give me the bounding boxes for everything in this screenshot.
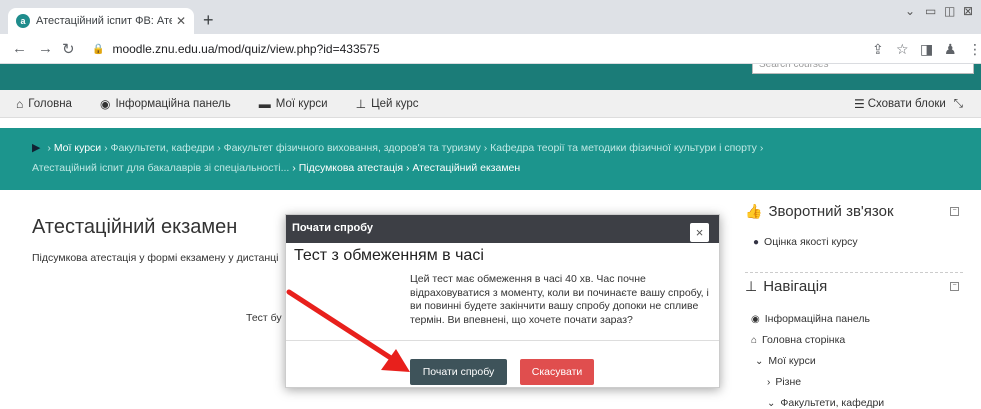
breadcrumb-section[interactable]: Підсумкова атестація [299,162,403,174]
dialog-header-title: Почати спробу [292,222,374,234]
search-courses-input[interactable]: Search courses [752,64,974,74]
course-quality-link[interactable]: ● Оцінка якості курсу [753,236,965,248]
nav-home-label: Головна [28,97,72,110]
browser-tab[interactable]: a Атестаційний іспит ФВ: Атестаці ✕ [8,8,194,34]
navigation-block: ⊥ Навігація − ◉ Інформаційна панель ⌂ Го… [745,278,965,409]
breadcrumb-faculty[interactable]: Факультет фізичного виховання, здоров'я … [224,142,481,154]
nav-dashboard[interactable]: ◉ Інформаційна панель [100,97,231,111]
navigation-block-title: ⊥ Навігація [745,278,828,295]
tab-title: Атестаційний іспит ФВ: Атестаці [36,15,172,27]
collapse-icon[interactable]: − [950,282,959,291]
nav-this-course[interactable]: ⊥ Цей курс [356,97,419,111]
list-icon: ☰ [853,97,865,111]
menu-dots-icon[interactable]: ⋮ [968,41,981,58]
dialog-close-button[interactable]: × [690,223,709,242]
nav-this-course-label: Цей курс [371,97,419,110]
dashboard-icon: ◉ [751,313,760,325]
address-bar-row: ← → ↻ 🔒 moodle.znu.edu.ua/mod/quiz/view.… [0,34,981,64]
back-arrow-icon[interactable]: ← [12,40,27,57]
folder-icon: ▶ [32,142,41,154]
window-close-icon[interactable]: ⊠ [963,4,973,18]
nav-tree-my-courses[interactable]: ⌄ Мої курси [755,355,965,367]
quiz-info-text: Тест бу [246,312,282,324]
cancel-button[interactable]: Скасувати [520,359,594,385]
start-attempt-dialog: Почати спробу × Тест з обмеженням в часі… [285,214,720,388]
site-navbar: ⌂ Головна ◉ Інформаційна панель ▬ Мої ку… [0,90,981,118]
hide-blocks-button[interactable]: ☰ Сховати блоки ⤡ [854,97,963,111]
chevron-down-icon[interactable]: ⌄ [905,4,915,18]
breadcrumb-course[interactable]: Атестаційний іспит для бакалаврів зі спе… [32,162,289,174]
restore-icon[interactable]: ◫ [944,4,955,18]
dialog-title: Тест з обмеженням в часі [294,247,484,264]
collapse-icon[interactable]: − [950,207,959,216]
quiz-intro-text: Підсумкова атестація у формі екзамену у … [32,252,279,264]
chevron-down-icon: ⌄ [755,355,764,367]
dialog-footer-divider [286,340,719,341]
site-header: Search courses [0,64,981,90]
nav-tree-dashboard[interactable]: ◉ Інформаційна панель [751,313,965,325]
breadcrumb-my-courses[interactable]: Мої курси [54,142,101,154]
sitemap-icon: ⊥ [745,278,758,294]
lock-icon: 🔒 [92,43,105,55]
url-text: moodle.znu.edu.ua/mod/quiz/view.php?id=4… [112,42,380,56]
sitemap-icon: ⊥ [355,96,367,111]
breadcrumb-department[interactable]: Кафедра теорії та методики фізичної куль… [490,142,757,154]
forward-arrow-icon[interactable]: → [38,40,53,57]
side-panel-icon[interactable]: ◨ [920,41,933,58]
dialog-header: Почати спробу × [286,215,719,243]
tab-close-icon[interactable]: ✕ [176,14,186,28]
breadcrumb-line-2: Атестаційний іспит для бакалаврів зі спе… [32,162,521,174]
reload-icon[interactable]: ↻ [62,40,75,58]
home-icon: ⌂ [751,334,758,346]
home-icon: ⌂ [16,96,24,111]
breadcrumb-line-1: ▶ › Мої курси › Факультети, кафедри › Фа… [32,142,764,154]
compress-icon[interactable]: ⤡ [954,98,963,111]
briefcase-icon: ▬ [258,96,271,111]
browser-tab-strip: a Атестаційний іспит ФВ: Атестаці ✕ + ⌄ … [0,0,981,34]
page-title: Атестаційний екзамен [32,216,238,238]
start-attempt-button[interactable]: Почати спробу [410,359,507,385]
nav-my-courses[interactable]: ▬ Мої курси [259,97,328,111]
nav-tree-misc[interactable]: › Різне [767,376,965,388]
nav-tree-faculties[interactable]: ⌄ Факультети, кафедри [767,397,965,409]
dialog-message: Цей тест має обмеження в часі 40 хв. Час… [410,273,709,326]
nav-my-courses-label: Мої курси [275,97,328,110]
profile-icon[interactable]: ♟ [944,41,957,58]
survey-icon: ● [753,236,760,248]
chevron-down-icon: ⌄ [767,397,776,409]
minimize-icon[interactable]: ▭ [925,4,936,18]
moodle-favicon-icon: a [16,14,30,28]
dashboard-icon: ◉ [99,96,111,111]
nav-tree-home[interactable]: ⌂ Головна сторінка [751,334,965,346]
share-icon[interactable]: ⇪ [872,41,884,58]
breadcrumb-faculties[interactable]: Факультети, кафедри [111,142,215,154]
thumbs-up-icon: 👍 [745,203,763,219]
chevron-right-icon: › [767,376,771,388]
hide-blocks-label: Сховати блоки [867,98,946,110]
url-field[interactable]: 🔒 moodle.znu.edu.ua/mod/quiz/view.php?id… [86,37,866,61]
nav-dashboard-label: Інформаційна панель [115,97,231,110]
bookmark-star-icon[interactable]: ☆ [896,41,909,58]
breadcrumb-current: Атестаційний екзамен [412,162,521,174]
block-divider [745,272,963,273]
feedback-block: 👍 Зворотний зв'язок − ● Оцінка якості ку… [745,203,965,248]
feedback-block-title: 👍 Зворотний зв'язок [745,203,894,220]
new-tab-icon[interactable]: + [203,10,214,31]
breadcrumb: ▶ › Мої курси › Факультети, кафедри › Фа… [0,128,981,190]
nav-home[interactable]: ⌂ Головна [16,97,72,111]
